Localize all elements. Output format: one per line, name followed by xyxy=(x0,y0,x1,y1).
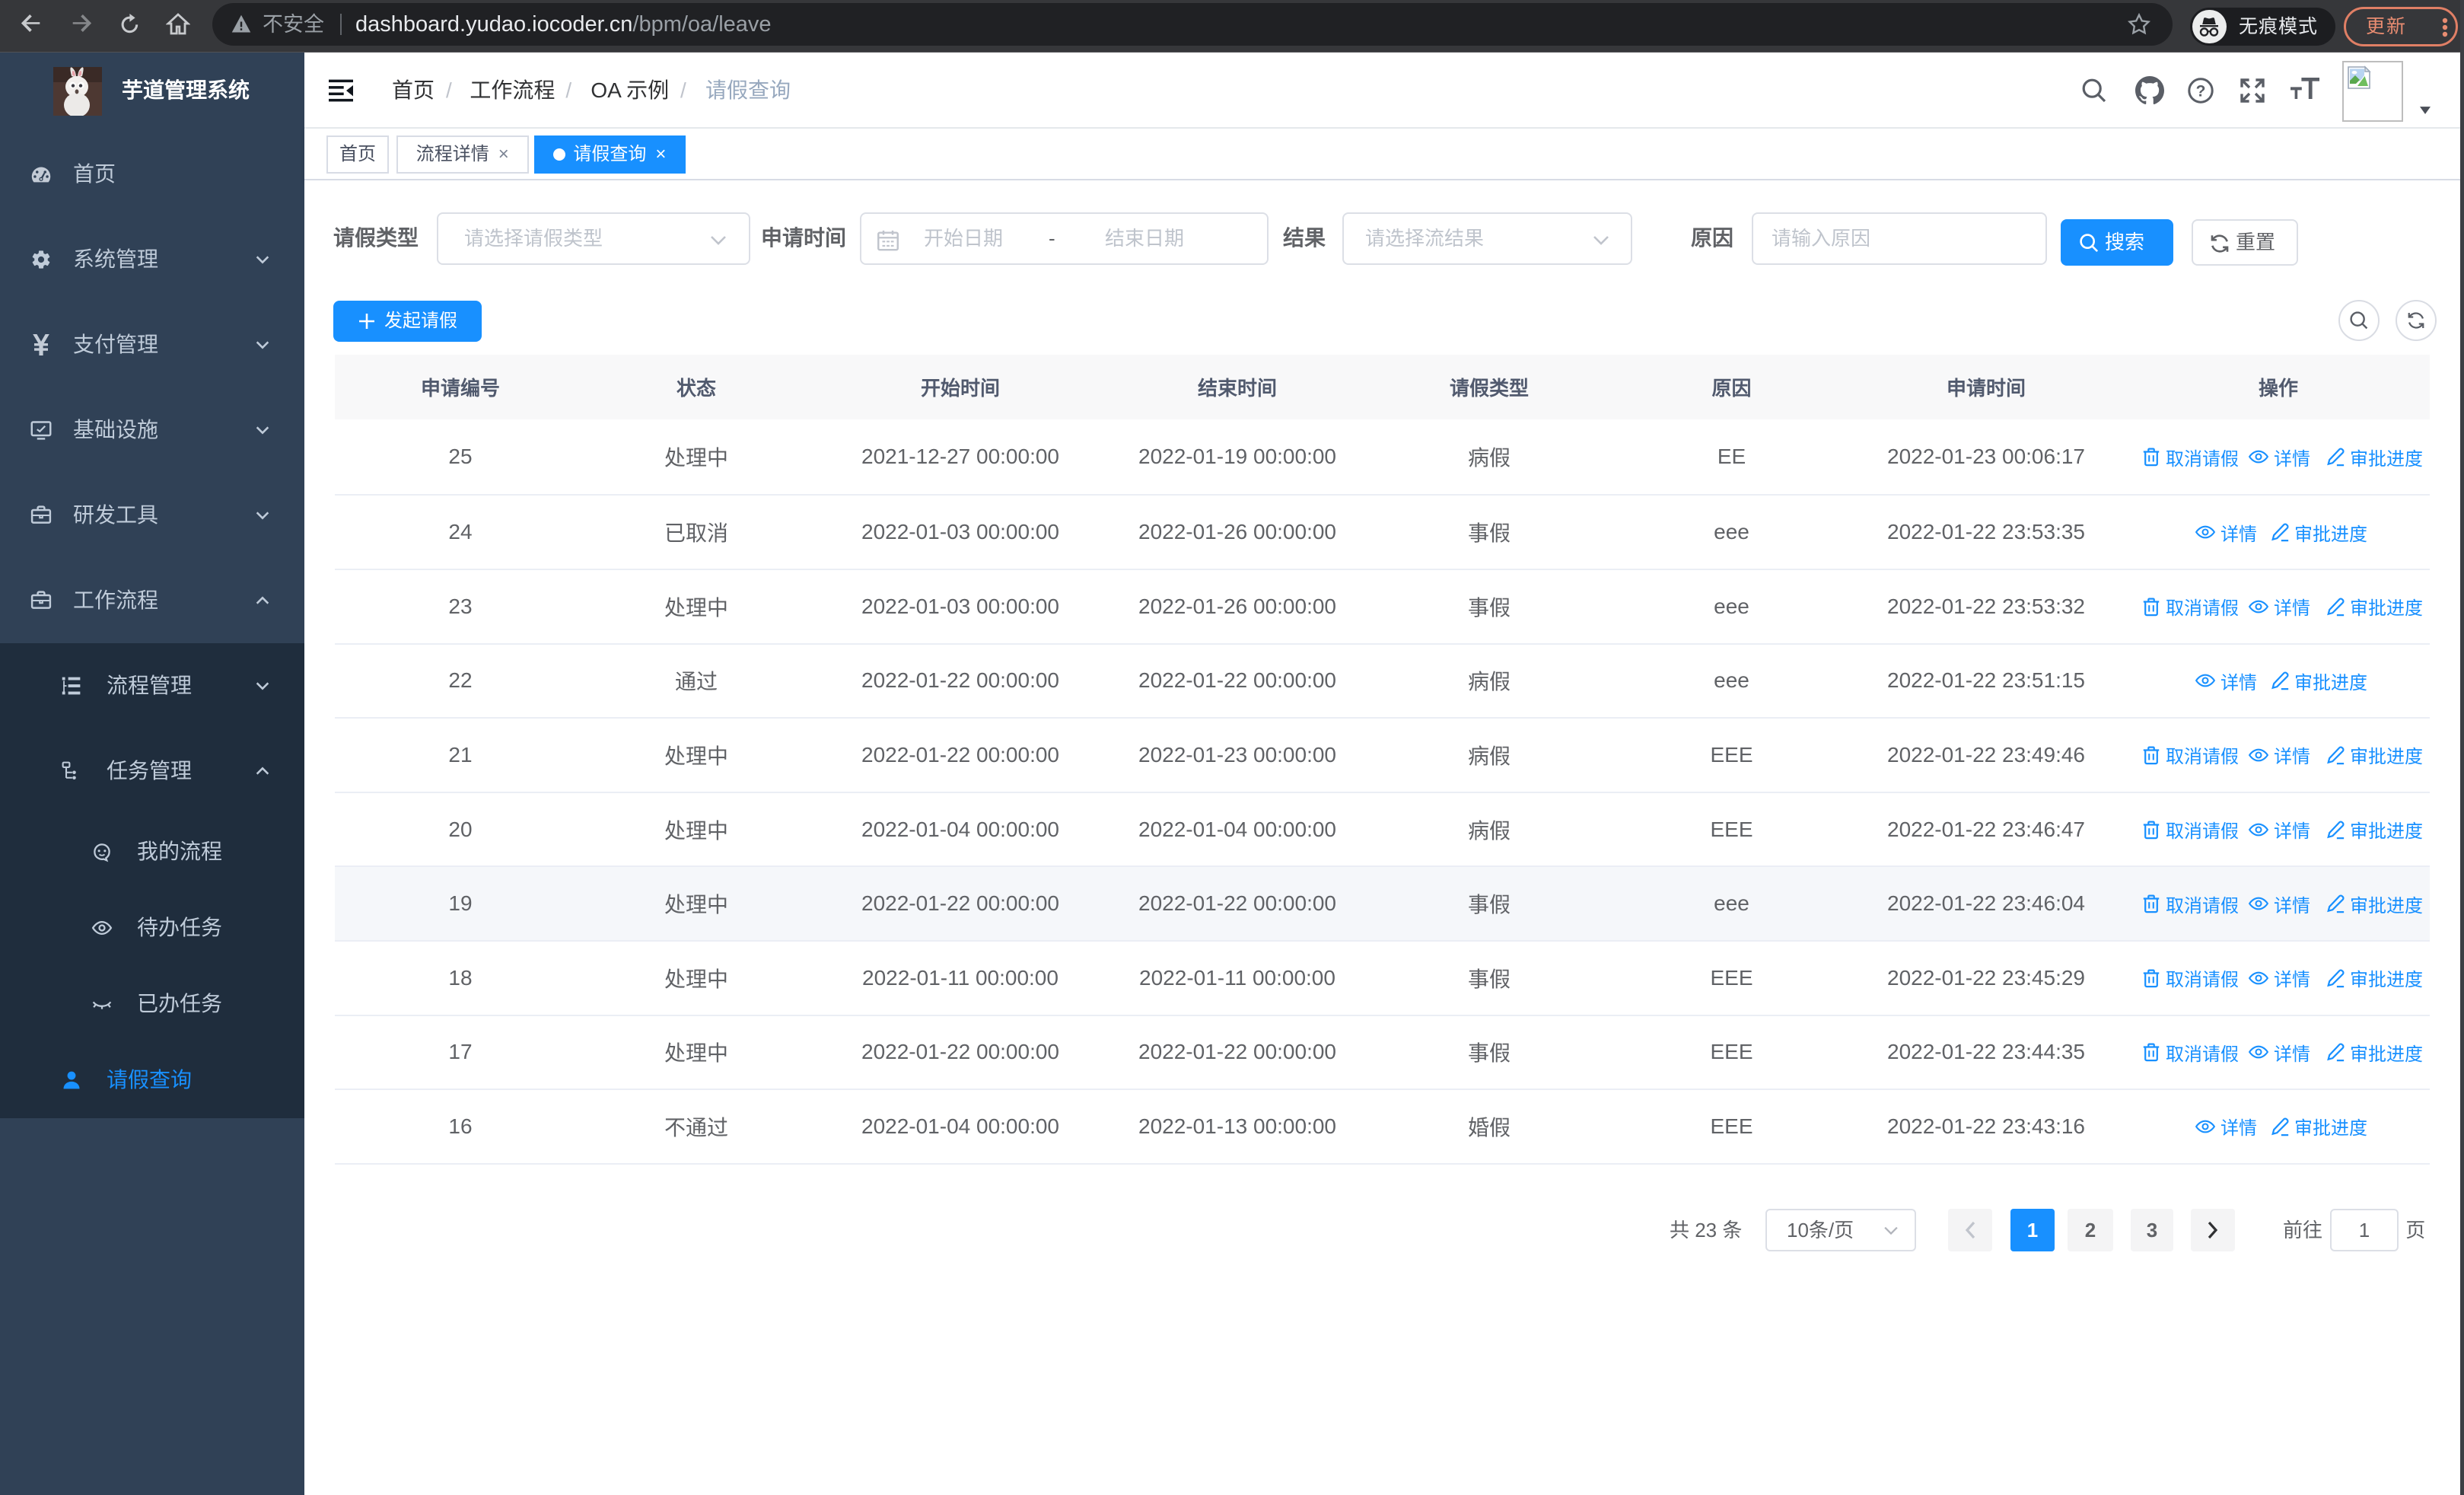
svg-text:?: ? xyxy=(2196,83,2206,100)
